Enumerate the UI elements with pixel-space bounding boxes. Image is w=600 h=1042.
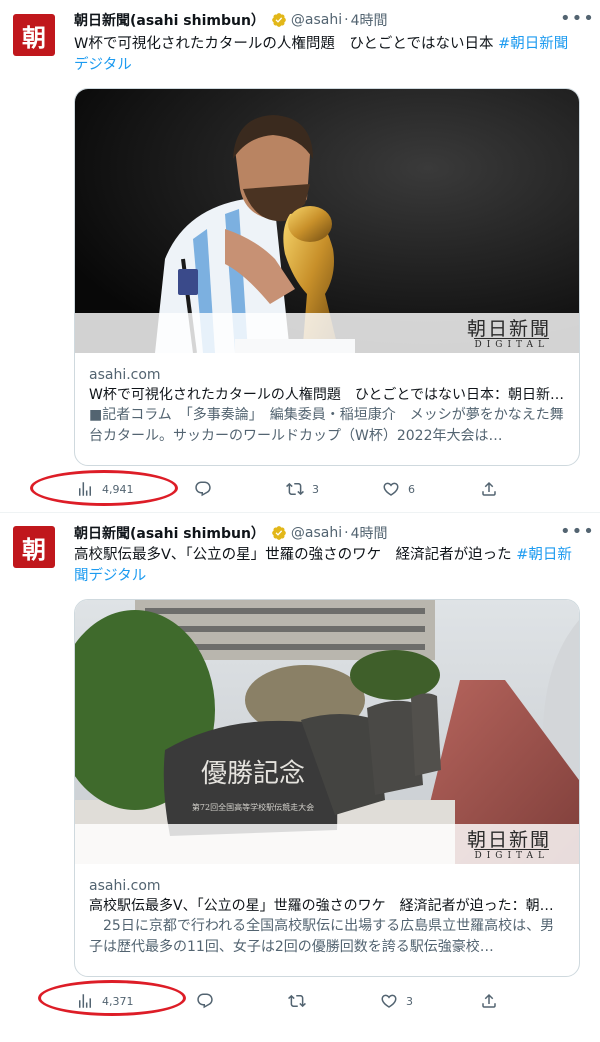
watermark-logo: 朝日新聞 <box>466 318 551 340</box>
link-card[interactable]: 朝日新聞 DIGITAL asahi.com W杯で可視化されたカタールの人権問… <box>74 88 580 466</box>
avatar[interactable]: 朝 <box>13 526 55 568</box>
author-handle[interactable]: @asahi <box>291 12 342 28</box>
verified-badge-icon <box>272 13 286 27</box>
like-count: 6 <box>408 482 415 496</box>
author-name[interactable]: 朝日新聞(asahi shimbun） <box>74 523 265 543</box>
heart-icon <box>381 994 397 1008</box>
like-button[interactable]: 6 <box>382 477 415 501</box>
tweet-text: 高校駅伝最多V、「公立の星」世羅の強さのワケ 経済記者が迫った #朝日新聞デジタ… <box>74 545 574 587</box>
share-button[interactable] <box>480 989 506 1013</box>
separator: · <box>344 525 349 541</box>
reply-icon <box>195 481 211 497</box>
tweet-header: 朝日新聞(asahi shimbun） @asahi · 4時間 <box>74 10 388 30</box>
watermark-sub: DIGITAL <box>474 849 549 861</box>
like-button[interactable]: 3 <box>380 989 413 1013</box>
heart-icon <box>383 482 399 496</box>
card-description: ■記者コラム 「多事奏論」 編集委員・稲垣康介 メッシが夢をかなえた舞台カタール… <box>89 407 564 444</box>
tweet-body: W杯で可視化されたカタールの人権問題 ひとごとではない日本 <box>74 36 499 52</box>
reply-button[interactable] <box>196 989 222 1013</box>
tweet[interactable]: 朝 朝日新聞(asahi shimbun） @asahi · 4時間 ••• 高… <box>0 513 600 1042</box>
watermark-sub: DIGITAL <box>474 338 549 350</box>
more-horizontal-icon[interactable]: ••• <box>560 523 594 545</box>
retweet-icon <box>286 482 304 496</box>
monument-engraving: 優勝記念 <box>201 759 305 789</box>
share-icon <box>482 993 496 1008</box>
card-domain: asahi.com <box>89 878 161 894</box>
author-handle[interactable]: @asahi <box>291 525 342 541</box>
retweet-count: 3 <box>312 482 319 496</box>
card-watermark: 朝日新聞 DIGITAL <box>75 824 579 864</box>
card-image: 優勝記念 第72回全国高等学校駅伝競走大会 朝日新聞 DIGITAL <box>75 600 579 864</box>
tweet[interactable]: 朝 朝日新聞(asahi shimbun） @asahi · 4時間 ••• W… <box>0 0 600 512</box>
card-title: 高校駅伝最多V、「公立の星」世羅の強さのワケ 経済記者が迫った：朝日新聞デジタル <box>89 898 565 914</box>
more-horizontal-icon[interactable]: ••• <box>560 10 594 32</box>
author-name[interactable]: 朝日新聞(asahi shimbun） <box>74 10 265 30</box>
card-title: W杯で可視化されたカタールの人権問題 ひとごとではない日本：朝日新聞デジタル <box>89 387 565 403</box>
red-annotation-circle <box>38 980 186 1016</box>
reply-icon <box>197 993 213 1009</box>
tweet-header: 朝日新聞(asahi shimbun） @asahi · 4時間 <box>74 523 388 543</box>
card-description: 25日に京都で行われる全国高校駅伝に出場する広島県立世羅高校は、男子は歴代最多の… <box>89 918 555 955</box>
retweet-button[interactable] <box>288 989 314 1013</box>
red-annotation-circle <box>30 470 178 506</box>
reply-button[interactable] <box>194 477 220 501</box>
separator: · <box>344 12 349 28</box>
card-watermark: 朝日新聞 DIGITAL <box>75 313 579 353</box>
like-count: 3 <box>406 994 413 1008</box>
verified-badge-icon <box>272 526 286 540</box>
avatar[interactable]: 朝 <box>13 14 55 56</box>
timestamp[interactable]: 4時間 <box>351 10 388 30</box>
retweet-icon <box>288 994 306 1008</box>
timestamp[interactable]: 4時間 <box>351 523 388 543</box>
share-button[interactable] <box>480 477 506 501</box>
link-card[interactable]: 優勝記念 第72回全国高等学校駅伝競走大会 朝日新聞 DIGITAL asahi… <box>74 599 580 977</box>
card-domain: asahi.com <box>89 367 161 383</box>
monument-engraving-small: 第72回全国高等学校駅伝競走大会 <box>192 802 314 812</box>
retweet-button[interactable]: 3 <box>286 477 319 501</box>
card-image: 朝日新聞 DIGITAL <box>75 89 579 353</box>
tweet-body: 高校駅伝最多V、「公立の星」世羅の強さのワケ 経済記者が迫った <box>74 547 517 563</box>
watermark-logo: 朝日新聞 <box>466 829 551 851</box>
tweet-text: W杯で可視化されたカタールの人権問題 ひとごとではない日本 #朝日新聞デジタル <box>74 34 574 76</box>
share-icon <box>482 481 496 496</box>
